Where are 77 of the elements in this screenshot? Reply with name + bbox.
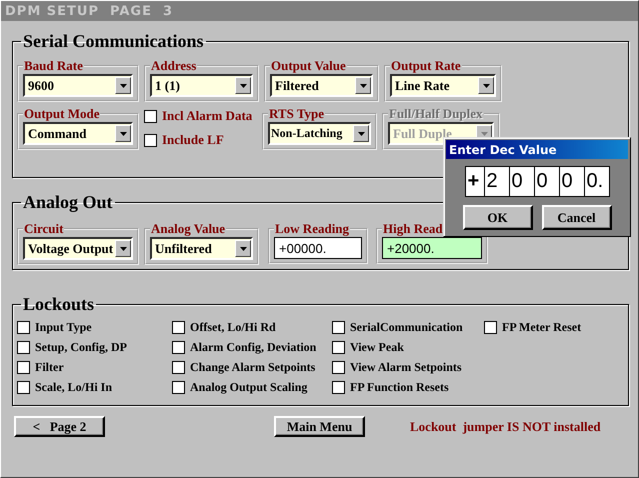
checkbox-label: Filter [35,360,64,374]
checkbox-label: Setup, Config, DP [35,340,128,354]
dropdown[interactable]: Non-Latching [268,122,371,145]
dropdown-button[interactable] [115,125,131,142]
checkbox[interactable] [332,320,345,334]
dropdown-button[interactable] [235,77,251,94]
checkbox[interactable] [17,380,30,394]
checkbox[interactable] [172,360,185,374]
dialog-button[interactable]: Cancel [542,205,612,230]
dropdown[interactable]: Filtered [270,74,373,97]
dropdown[interactable]: 1 (1) [150,74,253,97]
group-title: Analog Out [22,192,114,213]
dropdown-button[interactable] [353,125,369,142]
field-label: Output Value [270,58,347,74]
field-label: Circuit [23,221,64,237]
checkbox[interactable] [17,360,30,374]
checkbox-label: SerialCommunication [350,320,463,334]
field-label: Analog Value [150,221,226,237]
checkbox-label: Offset, Lo/Hi Rd [190,320,276,334]
field-label: Baud Rate [23,58,84,74]
dialog-title: Enter Dec Value [449,142,557,156]
caret-icon [240,84,246,88]
checkbox-label: FP Function Resets [350,380,449,394]
checkbox-label: Analog Output Scaling [190,380,308,394]
checkbox[interactable] [17,320,30,334]
dropdown[interactable]: Voltage Output [23,237,133,260]
checkbox[interactable] [172,340,185,354]
checkbox-label: Input Type [35,320,92,334]
field-label: High Read [382,221,444,237]
checkbox-label: Include LF [162,132,224,148]
field-label: RTS Type [268,106,326,122]
checkbox[interactable] [332,360,345,374]
checkbox-label: Change Alarm Setpoints [190,360,316,374]
checkbox-label: Incl Alarm Data [162,108,252,124]
caret-icon [120,132,126,136]
field-label: Output Rate [390,58,462,74]
dialog-button[interactable]: OK [462,205,532,230]
caret-icon [120,84,126,88]
status-text: Lockout jumper IS NOT installed [410,418,601,434]
caret-icon [240,246,246,250]
checkbox[interactable] [332,380,345,394]
dropdown-button[interactable] [115,240,131,257]
field-label: Low Reading [274,221,350,237]
checkbox-label: Scale, Lo/Hi In [35,380,112,394]
main-menu-button[interactable]: Main Menu [274,416,365,437]
checkbox-label: View Alarm Setpoints [350,360,462,374]
checkbox[interactable] [172,320,185,334]
caret-icon [358,132,364,136]
back-button[interactable]: < Page 2 [14,416,105,437]
checkbox[interactable] [17,340,30,354]
dropdown[interactable]: 9600 [23,74,133,97]
checkbox-label: Alarm Config, Deviation [190,340,316,354]
field-label: Output Mode [23,106,100,122]
field-label: Address [150,58,198,74]
checkbox[interactable] [332,340,345,354]
dropdown[interactable]: Line Rate [390,74,496,97]
group-title: Lockouts [22,294,96,315]
checkbox[interactable] [144,134,157,146]
caret-icon [120,246,126,250]
dropdown-button[interactable] [355,77,371,94]
field-label: Full/Half Duplex [388,106,484,122]
caret-icon [482,84,490,88]
dropdown-button[interactable] [478,77,494,94]
input-field[interactable]: +00000. [274,237,362,259]
checkbox[interactable] [484,320,497,334]
checkbox-label: View Peak [350,340,404,354]
dropdown-button[interactable] [115,77,131,94]
input-field[interactable]: +20000. [382,237,482,259]
checkbox[interactable] [172,380,185,394]
window-title: DPM SETUP PAGE 3 [5,4,174,18]
checkbox-label: FP Meter Reset [502,320,582,334]
dropdown-button[interactable] [235,240,251,257]
caret-icon [360,84,366,88]
group-title: Serial Communications [22,31,205,52]
dropdown[interactable]: Unfiltered [150,237,253,260]
checkbox[interactable] [144,110,157,122]
dropdown[interactable]: Command [23,122,133,145]
